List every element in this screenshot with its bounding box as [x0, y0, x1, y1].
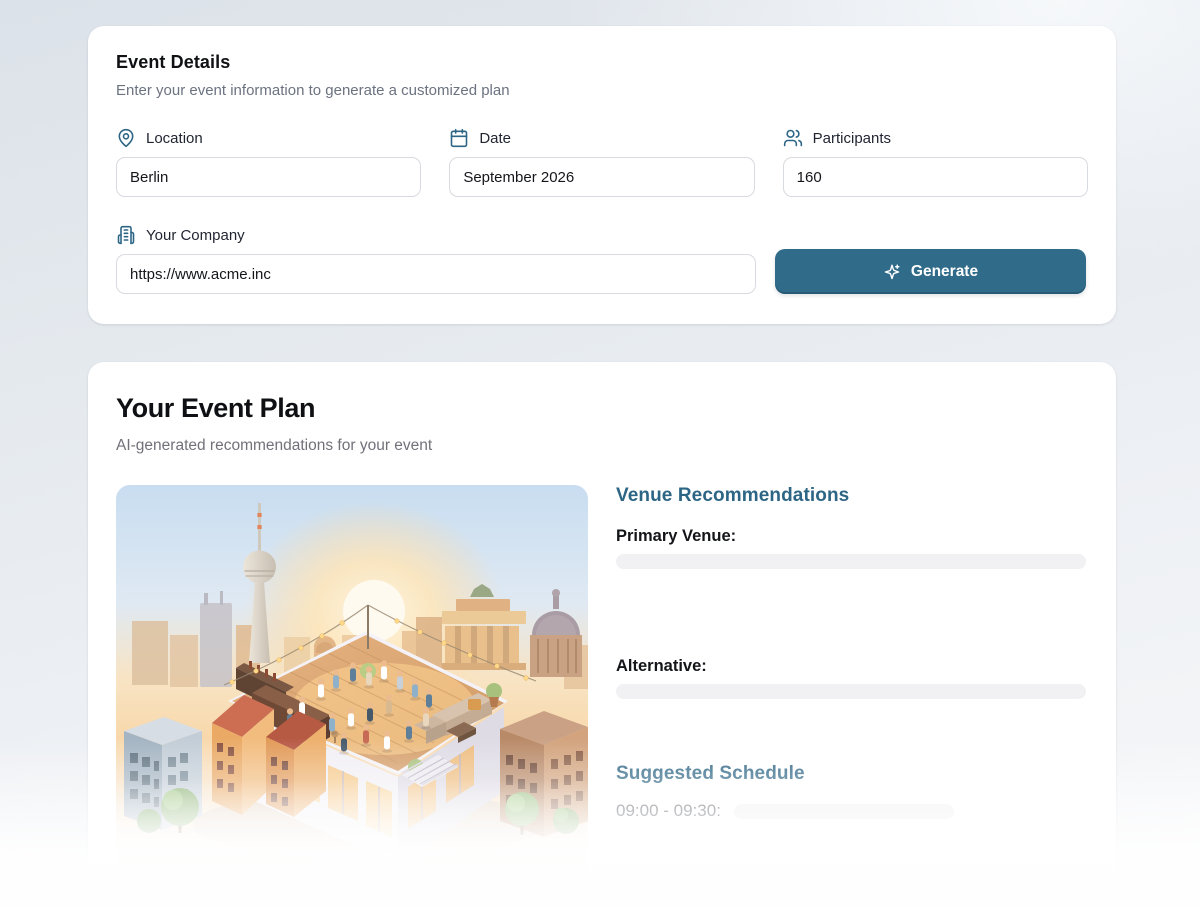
company-label: Your Company	[146, 227, 245, 244]
venue-recommendations-heading: Venue Recommendations	[616, 485, 1086, 507]
event-details-card: Event Details Enter your event informati…	[88, 26, 1116, 324]
company-field-group: Your Company	[116, 225, 756, 294]
schedule-slot-skeleton	[734, 804, 954, 819]
event-illustration	[116, 485, 588, 905]
primary-venue-label: Primary Venue:	[616, 527, 1086, 546]
event-details-subtitle: Enter your event information to generate…	[116, 82, 1088, 99]
participants-label-row: Participants	[783, 128, 1088, 148]
users-icon	[783, 128, 803, 148]
sun	[343, 580, 405, 642]
location-input[interactable]	[116, 157, 421, 197]
event-plan-title: Your Event Plan	[116, 393, 1088, 424]
event-plan-subtitle: AI-generated recommendations for your ev…	[116, 437, 1088, 455]
participants-label: Participants	[813, 130, 891, 147]
rooftop-party-illustration	[116, 485, 588, 905]
company-generate-row: Your Company Generate	[116, 225, 1088, 294]
schedule-slot-row: 09:00 - 09:30:	[616, 801, 1086, 821]
event-details-title: Event Details	[116, 52, 1088, 73]
participants-field-group: Participants	[783, 128, 1088, 197]
date-field-group: Date	[449, 128, 754, 197]
generate-button-label: Generate	[911, 263, 978, 281]
map-pin-icon	[116, 128, 136, 148]
page: { "colors": { "accent": "#316b8a", "head…	[0, 0, 1200, 907]
plan-right-column: Venue Recommendations Primary Venue: Alt…	[616, 485, 1086, 905]
event-fields-row: Location Date Participants	[116, 128, 1088, 197]
alternative-venue-skeleton	[616, 684, 1086, 699]
location-label-row: Location	[116, 128, 421, 148]
location-label: Location	[146, 130, 203, 147]
date-input[interactable]	[449, 157, 754, 197]
primary-venue-skeleton	[616, 554, 1086, 569]
company-label-row: Your Company	[116, 225, 756, 245]
plan-body: Venue Recommendations Primary Venue: Alt…	[116, 485, 1088, 905]
generate-button[interactable]: Generate	[775, 249, 1086, 294]
alternative-venue-label: Alternative:	[616, 657, 1086, 676]
date-label: Date	[479, 130, 511, 147]
sparkles-icon	[883, 263, 901, 281]
participants-input[interactable]	[783, 157, 1088, 197]
illustration-fade	[116, 780, 588, 905]
event-plan-card: Your Event Plan AI-generated recommendat…	[88, 362, 1116, 907]
company-input[interactable]	[116, 254, 756, 294]
schedule-slot-label: 09:00 - 09:30:	[616, 801, 721, 821]
location-field-group: Location	[116, 128, 421, 197]
calendar-icon	[449, 128, 469, 148]
date-label-row: Date	[449, 128, 754, 148]
building-icon	[116, 225, 136, 245]
suggested-schedule-heading: Suggested Schedule	[616, 763, 1086, 785]
